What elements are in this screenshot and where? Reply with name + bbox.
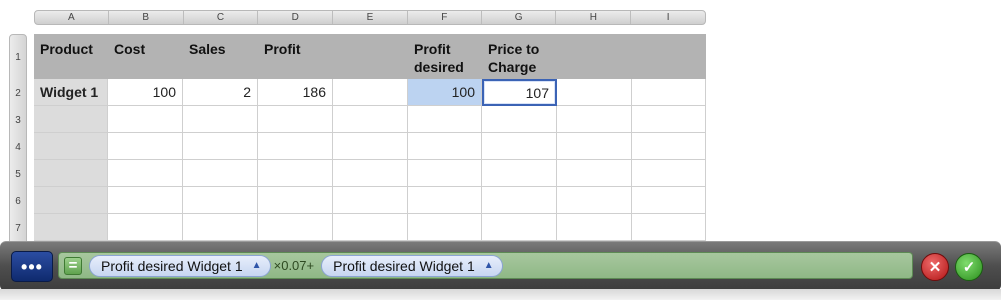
close-icon: ✕ bbox=[928, 258, 942, 276]
column-header-g[interactable]: G bbox=[482, 11, 557, 24]
cell-d5[interactable] bbox=[258, 160, 333, 187]
column-header-c[interactable]: C bbox=[184, 11, 259, 24]
keyboard-area-edge bbox=[0, 289, 1001, 300]
cell-f5[interactable] bbox=[408, 160, 482, 187]
cell-i4[interactable] bbox=[632, 133, 706, 160]
cell-a5[interactable] bbox=[34, 160, 108, 187]
cell-a3[interactable] bbox=[34, 106, 108, 133]
cell-c6[interactable] bbox=[183, 187, 258, 214]
column-header-a[interactable]: A bbox=[35, 11, 109, 24]
cell-i7[interactable] bbox=[632, 214, 706, 241]
cancel-formula-button[interactable]: ✕ bbox=[921, 253, 949, 281]
cell-i1[interactable] bbox=[632, 34, 706, 79]
formula-bar: ••• = Profit desired Widget 1 ▲ ×0.07+ P… bbox=[0, 241, 1001, 291]
cell-h7[interactable] bbox=[557, 214, 632, 241]
cell-h5[interactable] bbox=[557, 160, 632, 187]
cell-d7[interactable] bbox=[258, 214, 333, 241]
cell-e6[interactable] bbox=[333, 187, 408, 214]
cell-b7[interactable] bbox=[108, 214, 183, 241]
cell-i3[interactable] bbox=[632, 106, 706, 133]
reference-options-icon[interactable]: ▲ bbox=[482, 259, 496, 273]
cell-d1[interactable]: Profit bbox=[258, 34, 333, 79]
cell-g1[interactable]: Price to Charge bbox=[482, 34, 557, 79]
cell-h4[interactable] bbox=[557, 133, 632, 160]
cell-i6[interactable] bbox=[632, 187, 706, 214]
column-header-b[interactable]: B bbox=[109, 11, 184, 24]
cell-h3[interactable] bbox=[557, 106, 632, 133]
cell-c2[interactable]: 2 bbox=[183, 79, 258, 106]
cell-b6[interactable] bbox=[108, 187, 183, 214]
cell-a1[interactable]: Product bbox=[34, 34, 108, 79]
cell-a2[interactable]: Widget 1 bbox=[34, 79, 108, 106]
column-header-h[interactable]: H bbox=[556, 11, 632, 24]
cell-g6[interactable] bbox=[482, 187, 557, 214]
cell-c1[interactable]: Sales bbox=[183, 34, 258, 79]
formula-reference-label: Profit desired Widget 1 bbox=[101, 257, 243, 274]
reference-options-icon[interactable]: ▲ bbox=[250, 259, 264, 273]
cell-b3[interactable] bbox=[108, 106, 183, 133]
more-options-button[interactable]: ••• bbox=[11, 251, 53, 282]
column-header-i[interactable]: I bbox=[631, 11, 705, 24]
cell-b4[interactable] bbox=[108, 133, 183, 160]
cell-g5[interactable] bbox=[482, 160, 557, 187]
cell-c5[interactable] bbox=[183, 160, 258, 187]
column-header-bar: A B C D E F G H I bbox=[34, 10, 706, 25]
cell-h2[interactable] bbox=[557, 79, 632, 106]
cell-f6[interactable] bbox=[408, 187, 482, 214]
cell-f1[interactable]: Profit desired bbox=[408, 34, 482, 79]
cell-a7[interactable] bbox=[34, 214, 108, 241]
cell-g2-editing[interactable]: 107 bbox=[482, 79, 557, 106]
row-header-3[interactable]: 3 bbox=[10, 107, 26, 134]
cell-c4[interactable] bbox=[183, 133, 258, 160]
formula-operator: ×0.07+ bbox=[273, 258, 315, 273]
cell-g7[interactable] bbox=[482, 214, 557, 241]
cell-i2[interactable] bbox=[632, 79, 706, 106]
cell-b1[interactable]: Cost bbox=[108, 34, 183, 79]
cell-h6[interactable] bbox=[557, 187, 632, 214]
cell-e7[interactable] bbox=[333, 214, 408, 241]
row-header-4[interactable]: 4 bbox=[10, 134, 26, 161]
cell-h1[interactable] bbox=[557, 34, 632, 79]
cell-e4[interactable] bbox=[333, 133, 408, 160]
column-header-d[interactable]: D bbox=[258, 11, 334, 24]
cell-g3[interactable] bbox=[482, 106, 557, 133]
formula-reference-token[interactable]: Profit desired Widget 1 ▲ bbox=[89, 254, 271, 277]
cell-b5[interactable] bbox=[108, 160, 183, 187]
cell-g4[interactable] bbox=[482, 133, 557, 160]
cell-a4[interactable] bbox=[34, 133, 108, 160]
cell-e5[interactable] bbox=[333, 160, 408, 187]
cell-i5[interactable] bbox=[632, 160, 706, 187]
column-header-e[interactable]: E bbox=[333, 11, 408, 24]
cell-d4[interactable] bbox=[258, 133, 333, 160]
formula-reference-label: Profit desired Widget 1 bbox=[333, 257, 475, 274]
equals-icon[interactable]: = bbox=[64, 256, 82, 275]
row-header-5[interactable]: 5 bbox=[10, 161, 26, 188]
cell-f2-referenced[interactable]: 100 bbox=[408, 79, 482, 106]
cell-d2[interactable]: 186 bbox=[258, 79, 333, 106]
column-header-f[interactable]: F bbox=[408, 11, 482, 24]
formula-field[interactable]: = Profit desired Widget 1 ▲ ×0.07+ Profi… bbox=[58, 252, 913, 279]
cell-f7[interactable] bbox=[408, 214, 482, 241]
checkmark-icon: ✓ bbox=[962, 258, 976, 276]
cell-e3[interactable] bbox=[333, 106, 408, 133]
cell-e1[interactable] bbox=[333, 34, 408, 79]
cell-a6[interactable] bbox=[34, 187, 108, 214]
cell-e2[interactable] bbox=[333, 79, 408, 106]
accept-formula-button[interactable]: ✓ bbox=[955, 253, 983, 281]
cell-c3[interactable] bbox=[183, 106, 258, 133]
cell-d3[interactable] bbox=[258, 106, 333, 133]
row-header-7[interactable]: 7 bbox=[10, 215, 26, 242]
row-header-6[interactable]: 6 bbox=[10, 188, 26, 215]
cell-c7[interactable] bbox=[183, 214, 258, 241]
cell-f4[interactable] bbox=[408, 133, 482, 160]
cell-d6[interactable] bbox=[258, 187, 333, 214]
row-header-1[interactable]: 1 bbox=[10, 35, 26, 80]
cell-b2[interactable]: 100 bbox=[108, 79, 183, 106]
formula-reference-token[interactable]: Profit desired Widget 1 ▲ bbox=[321, 254, 503, 277]
cell-f3[interactable] bbox=[408, 106, 482, 133]
row-header-2[interactable]: 2 bbox=[10, 80, 26, 107]
